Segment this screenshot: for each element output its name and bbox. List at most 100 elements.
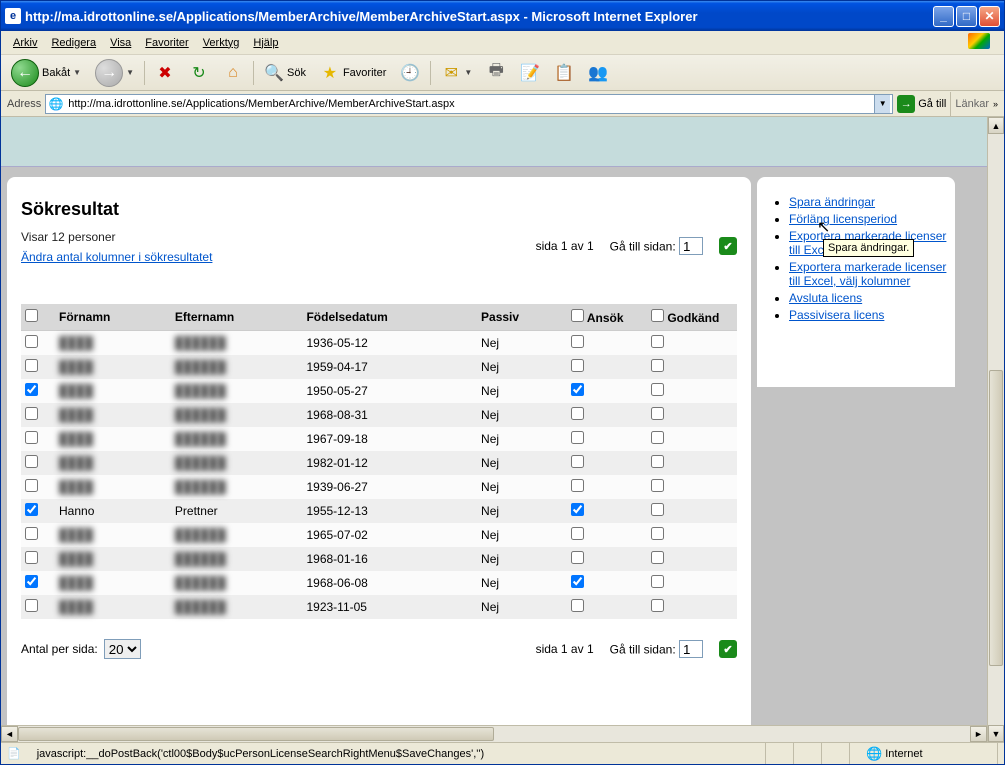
scroll-right-button[interactable]: ► xyxy=(970,726,987,742)
row-godkand-checkbox[interactable] xyxy=(651,575,664,588)
stop-icon: ✖ xyxy=(155,63,175,83)
forward-arrow-icon: → xyxy=(95,59,123,87)
tooltip: Spara ändringar. xyxy=(823,239,914,257)
row-godkand-checkbox[interactable] xyxy=(651,407,664,420)
messenger-button[interactable]: 👥 xyxy=(584,61,612,85)
row-select-checkbox[interactable] xyxy=(25,359,38,372)
godkand-all-checkbox[interactable] xyxy=(651,309,664,322)
menu-redigera[interactable]: Redigera xyxy=(45,35,102,51)
row-select-checkbox[interactable] xyxy=(25,527,38,540)
menu-favoriter[interactable]: Favoriter xyxy=(139,35,194,51)
row-ansok-checkbox[interactable] xyxy=(571,527,584,540)
cell-fornamn: ████ xyxy=(55,571,171,595)
col-passiv: Passiv xyxy=(477,304,567,331)
row-select-checkbox[interactable] xyxy=(25,455,38,468)
row-ansok-checkbox[interactable] xyxy=(571,359,584,372)
vscroll-track[interactable] xyxy=(988,134,1004,725)
row-godkand-checkbox[interactable] xyxy=(651,599,664,612)
menu-hjalp[interactable]: Hjälp xyxy=(247,35,284,51)
links-label[interactable]: Länkar xyxy=(955,98,989,110)
row-select-checkbox[interactable] xyxy=(25,383,38,396)
side-menu-link-5[interactable]: Passivisera licens xyxy=(789,308,884,322)
hscroll-thumb[interactable] xyxy=(18,727,494,741)
row-ansok-checkbox[interactable] xyxy=(571,407,584,420)
vscroll-thumb[interactable] xyxy=(989,370,1003,666)
row-select-checkbox[interactable] xyxy=(25,503,38,516)
hscroll-track[interactable] xyxy=(18,726,970,742)
page-title: Sökresultat xyxy=(21,199,737,220)
menu-verktyg[interactable]: Verktyg xyxy=(197,35,246,51)
goto-input-bottom[interactable] xyxy=(679,640,703,658)
row-ansok-checkbox[interactable] xyxy=(571,455,584,468)
row-select-checkbox[interactable] xyxy=(25,479,38,492)
row-godkand-checkbox[interactable] xyxy=(651,359,664,372)
cell-fornamn: ████ xyxy=(55,379,171,403)
row-godkand-checkbox[interactable] xyxy=(651,335,664,348)
vertical-scrollbar[interactable]: ▲ ▼ xyxy=(987,117,1004,742)
side-menu-link-4[interactable]: Avsluta licens xyxy=(789,291,862,305)
side-menu-link-1[interactable]: Förläng licensperiod xyxy=(789,212,897,226)
refresh-button[interactable]: ↻ xyxy=(185,61,213,85)
row-select-checkbox[interactable] xyxy=(25,407,38,420)
go-button[interactable]: → Gå till xyxy=(897,95,946,113)
row-godkand-checkbox[interactable] xyxy=(651,503,664,516)
menu-arkiv[interactable]: Arkiv xyxy=(7,35,43,51)
links-expand-icon[interactable]: » xyxy=(993,99,998,109)
ansok-all-checkbox[interactable] xyxy=(571,309,584,322)
dropdown-arrow-icon: ▼ xyxy=(126,68,134,77)
row-godkand-checkbox[interactable] xyxy=(651,455,664,468)
menu-visa[interactable]: Visa xyxy=(104,35,137,51)
row-ansok-checkbox[interactable] xyxy=(571,503,584,516)
select-all-checkbox[interactable] xyxy=(25,309,38,322)
maximize-button[interactable]: □ xyxy=(956,6,977,27)
edit-button[interactable]: 📝 xyxy=(516,61,544,85)
row-select-checkbox[interactable] xyxy=(25,575,38,588)
row-godkand-checkbox[interactable] xyxy=(651,551,664,564)
address-dropdown[interactable]: ▼ xyxy=(874,95,890,113)
goto-button[interactable]: ✔ xyxy=(719,237,737,255)
cell-fornamn: Hanno xyxy=(55,499,171,523)
stop-button[interactable]: ✖ xyxy=(151,61,179,85)
row-ansok-checkbox[interactable] xyxy=(571,431,584,444)
row-ansok-checkbox[interactable] xyxy=(571,599,584,612)
close-button[interactable]: ✕ xyxy=(979,6,1000,27)
per-page-select[interactable]: 20 xyxy=(104,639,141,659)
favorites-button[interactable]: ★Favoriter xyxy=(316,61,390,85)
row-select-checkbox[interactable] xyxy=(25,431,38,444)
history-button[interactable]: 🕘 xyxy=(396,61,424,85)
row-select-checkbox[interactable] xyxy=(25,551,38,564)
side-menu-link-3[interactable]: Exportera markerade licenser till Excel,… xyxy=(789,260,946,288)
refresh-icon: ↻ xyxy=(189,63,209,83)
cell-fornamn: ████ xyxy=(55,523,171,547)
back-button[interactable]: ← Bakåt ▼ xyxy=(7,57,85,89)
scroll-down-button[interactable]: ▼ xyxy=(988,725,1004,742)
search-button[interactable]: 🔍Sök xyxy=(260,61,310,85)
address-label: Adress xyxy=(7,98,41,110)
discuss-button[interactable]: 📋 xyxy=(550,61,578,85)
address-input[interactable] xyxy=(64,98,874,110)
row-ansok-checkbox[interactable] xyxy=(571,383,584,396)
row-godkand-checkbox[interactable] xyxy=(651,479,664,492)
change-columns-link[interactable]: Ändra antal kolumner i sökresultatet xyxy=(21,250,212,264)
side-menu-link-0[interactable]: Spara ändringar xyxy=(789,195,875,209)
forward-button[interactable]: → ▼ xyxy=(91,57,138,89)
goto-button-bottom[interactable]: ✔ xyxy=(719,640,737,658)
row-ansok-checkbox[interactable] xyxy=(571,551,584,564)
status-zone: 🌐 Internet xyxy=(858,743,998,764)
minimize-button[interactable]: _ xyxy=(933,6,954,27)
row-godkand-checkbox[interactable] xyxy=(651,527,664,540)
horizontal-scrollbar[interactable]: ◄ ► xyxy=(1,725,987,742)
scroll-up-button[interactable]: ▲ xyxy=(988,117,1004,134)
row-godkand-checkbox[interactable] xyxy=(651,431,664,444)
print-button[interactable]: 🖶 xyxy=(482,61,510,85)
row-godkand-checkbox[interactable] xyxy=(651,383,664,396)
row-ansok-checkbox[interactable] xyxy=(571,575,584,588)
row-select-checkbox[interactable] xyxy=(25,599,38,612)
mail-button[interactable]: ✉▼ xyxy=(437,61,476,85)
row-ansok-checkbox[interactable] xyxy=(571,479,584,492)
home-button[interactable]: ⌂ xyxy=(219,61,247,85)
row-ansok-checkbox[interactable] xyxy=(571,335,584,348)
row-select-checkbox[interactable] xyxy=(25,335,38,348)
scroll-left-button[interactable]: ◄ xyxy=(1,726,18,742)
goto-input[interactable] xyxy=(679,237,703,255)
